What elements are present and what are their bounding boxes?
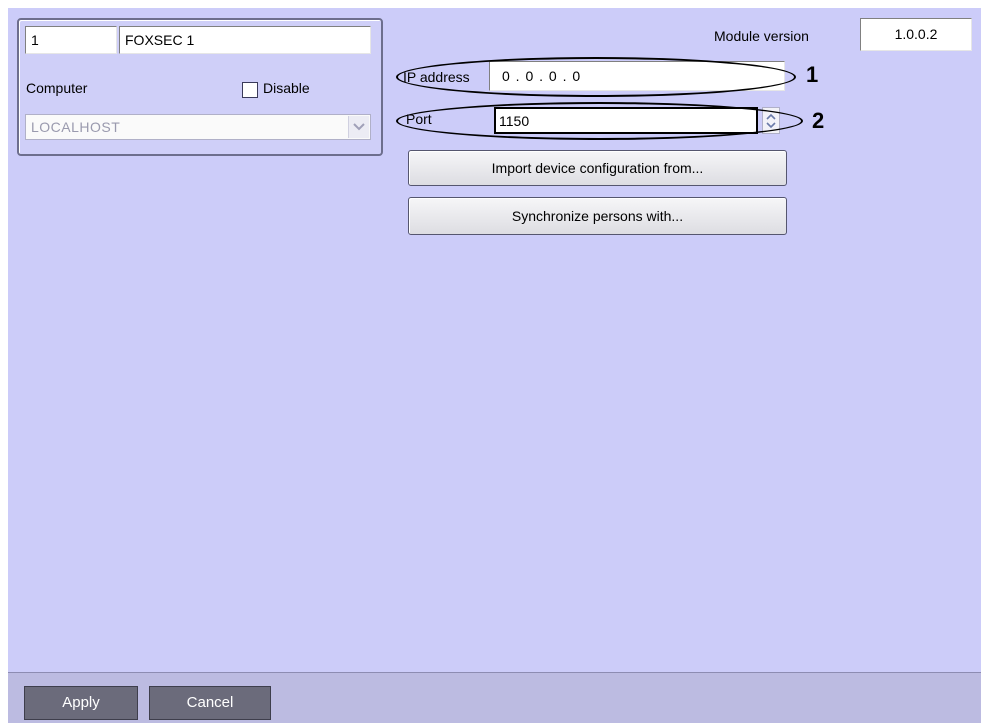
annotation-marker-1: 1 bbox=[806, 62, 819, 87]
module-version-label: Module version bbox=[714, 28, 809, 44]
chevron-down-icon[interactable] bbox=[348, 116, 369, 138]
annotation-marker-2: 2 bbox=[812, 108, 825, 133]
disable-checkbox[interactable] bbox=[242, 82, 258, 98]
computer-select[interactable]: LOCALHOST bbox=[25, 114, 371, 140]
object-panel: 1 FOXSEC 1 Computer Disable LOCALHOST bbox=[17, 18, 383, 156]
annotation-ellipse-2 bbox=[396, 102, 803, 140]
computer-select-value: LOCALHOST bbox=[31, 119, 121, 135]
cancel-button[interactable]: Cancel bbox=[149, 686, 271, 720]
disable-label: Disable bbox=[263, 80, 310, 96]
computer-label: Computer bbox=[26, 80, 88, 96]
synchronize-persons-button[interactable]: Synchronize persons with... bbox=[408, 197, 787, 235]
module-version-value: 1.0.0.2 bbox=[860, 18, 972, 51]
annotation-ellipse-1 bbox=[396, 57, 796, 97]
object-id-field[interactable]: 1 bbox=[25, 26, 117, 54]
object-name-field[interactable]: FOXSEC 1 bbox=[119, 26, 371, 54]
import-configuration-button[interactable]: Import device configuration from... bbox=[408, 150, 787, 186]
apply-button[interactable]: Apply bbox=[24, 686, 138, 720]
